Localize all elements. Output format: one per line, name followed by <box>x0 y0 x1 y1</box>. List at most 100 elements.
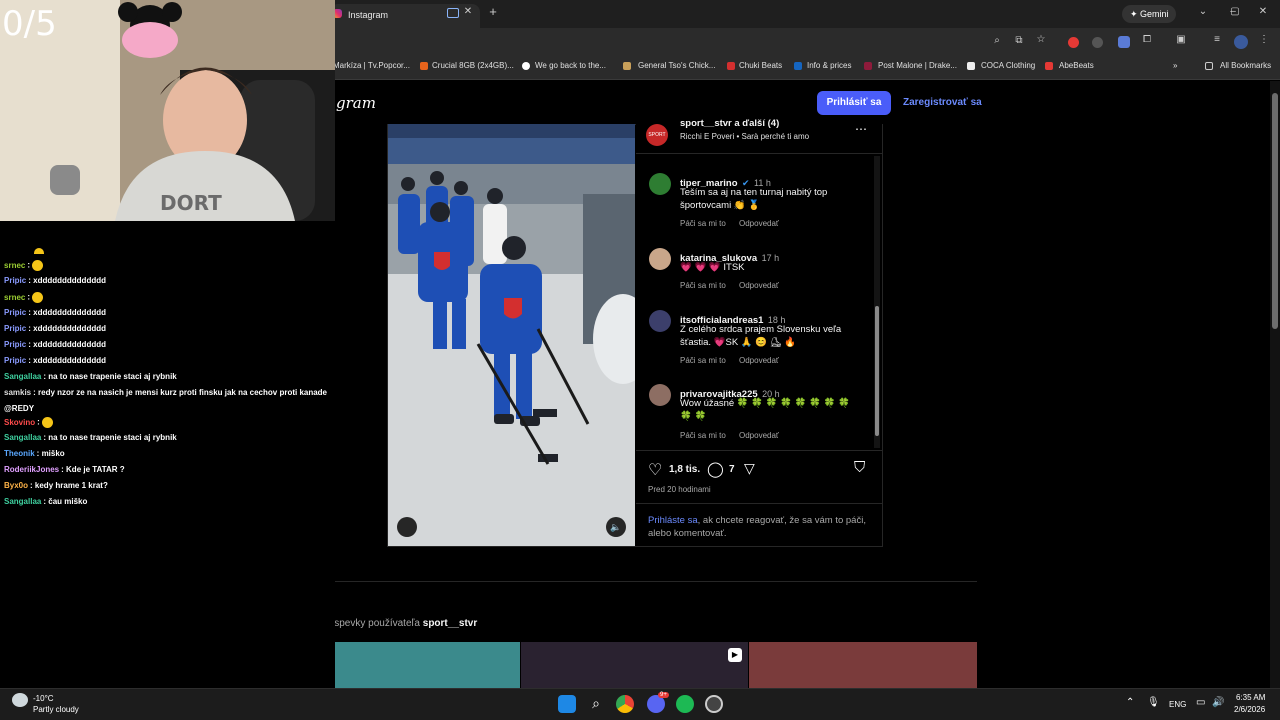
side-panel-icon[interactable]: ▣ <box>1174 34 1188 45</box>
search-icon[interactable]: ⌕ <box>587 695 605 713</box>
tab-close-icon[interactable]: ✕ <box>462 6 474 17</box>
gemini-label: Gemini <box>1140 9 1169 19</box>
tray-overflow-icon[interactable]: ⌃ <box>1126 697 1134 708</box>
chat-username[interactable]: Sangallaa <box>4 372 41 381</box>
bookmark-item[interactable]: We go back to the... <box>535 61 606 70</box>
bookmark-star-icon[interactable]: ☆ <box>1034 34 1048 45</box>
chat-username[interactable]: Sangallaa <box>4 433 41 442</box>
comment-reply-button[interactable]: Odpovedať <box>739 219 779 228</box>
chat-username[interactable]: Pripic <box>4 340 26 349</box>
post-author[interactable]: sport__stvr a ďalší (4) <box>680 118 779 129</box>
bookmark-item[interactable]: General Tso's Chick... <box>638 61 715 70</box>
chat-username[interactable]: Skovino <box>4 418 35 427</box>
gemini-button[interactable]: ✦ Gemini <box>1122 5 1176 23</box>
comments-scrollbar[interactable] <box>874 156 880 448</box>
start-windows-icon[interactable] <box>558 695 576 713</box>
tagged-users-icon[interactable] <box>397 517 417 537</box>
comment-reply-button[interactable]: Odpovedať <box>739 281 779 290</box>
more-posts-user[interactable]: sport__stvr <box>423 618 477 629</box>
audio-mute-icon[interactable]: 🔈 <box>606 517 626 537</box>
heart-icon[interactable]: ♡ <box>648 460 662 480</box>
comment-icon[interactable]: ◯ <box>707 460 724 478</box>
chat-username[interactable]: Pripic <box>4 308 26 317</box>
sport-avatar[interactable]: SPORT <box>646 124 668 146</box>
save-bookmark-icon[interactable]: ⛉ <box>854 459 865 476</box>
likes-count[interactable]: 1,8 tis. <box>669 464 700 475</box>
language-indicator[interactable]: ENG <box>1169 700 1186 709</box>
bookmark-item[interactable]: AbeBeats <box>1059 61 1094 70</box>
divider <box>636 450 882 451</box>
new-tab-icon[interactable]: + <box>486 4 500 19</box>
signup-link[interactable]: Zaregistrovať sa <box>903 97 982 108</box>
window-close-icon[interactable]: ✕ <box>1256 6 1270 17</box>
weather-temp[interactable]: -10°C <box>33 694 54 703</box>
extension-blue-icon[interactable] <box>1118 36 1130 48</box>
network-icon[interactable]: ▭ <box>1196 697 1205 708</box>
bookmark-item[interactable]: Markíza | Tv.Popcor... <box>333 61 410 70</box>
zoom-icon[interactable]: ⌕ <box>990 35 1004 46</box>
post-photo[interactable] <box>388 124 635 546</box>
avatar[interactable] <box>649 173 671 195</box>
chat-username[interactable]: Byx0o <box>4 481 28 490</box>
chevron-down-icon[interactable]: ⌄ <box>1196 6 1210 17</box>
page-scrollbar-thumb[interactable] <box>1272 93 1278 329</box>
post-audio[interactable]: Ricchi E Poveri • Sarà perché ti amo <box>680 132 809 141</box>
microphone-icon[interactable]: 🎙 <box>1147 697 1160 708</box>
login-button[interactable]: Prihlásiť sa <box>817 91 891 115</box>
comment-reply-button[interactable]: Odpovedať <box>739 356 779 365</box>
spotify-icon[interactable] <box>676 695 694 713</box>
extensions-puzzle-icon[interactable]: ⧠ <box>1140 34 1154 45</box>
login-prompt: Prihláste sa, ak chcete reagovať, že sa … <box>648 514 868 540</box>
avatar[interactable] <box>649 248 671 270</box>
chat-username[interactable]: samkis <box>4 388 31 397</box>
comment-like-button[interactable]: Páči sa mi to <box>680 281 726 290</box>
chat-username[interactable]: Pripic <box>4 276 26 285</box>
comments-scrollbar-thumb[interactable] <box>875 306 879 436</box>
comment-like-button[interactable]: Páči sa mi to <box>680 431 726 440</box>
chat-username[interactable]: Pripic <box>4 356 26 365</box>
install-app-icon[interactable]: ⧉ <box>1012 35 1026 46</box>
bookmark-item[interactable]: COCA Clothing <box>981 61 1035 70</box>
avatar[interactable] <box>649 310 671 332</box>
bookmark-item[interactable]: Chuki Beats <box>739 61 782 70</box>
chat-message: srnec: <box>4 292 44 303</box>
chat-username[interactable]: srnec <box>4 261 25 270</box>
avatar[interactable] <box>649 384 671 406</box>
chrome-icon[interactable] <box>616 695 634 713</box>
weather-desc[interactable]: Partly cloudy <box>33 705 79 714</box>
chat-username[interactable]: Pripic <box>4 324 26 333</box>
comment-like-button[interactable]: Páči sa mi to <box>680 219 726 228</box>
clock-time[interactable]: 6:35 AM <box>1236 693 1265 702</box>
chat-username[interactable]: Sangallaa <box>4 497 41 506</box>
bookmark-item[interactable]: Post Malone | Drake... <box>878 61 957 70</box>
bookmark-item[interactable]: Crucial 8GB (2x4GB)... <box>432 61 514 70</box>
weather-cloud-icon[interactable] <box>12 693 28 707</box>
more-options-icon[interactable]: ⋯ <box>855 122 867 136</box>
comment-reply-button[interactable]: Odpovedať <box>739 431 779 440</box>
profile-avatar[interactable] <box>1234 35 1248 49</box>
more-post-thumbnail[interactable] <box>521 642 748 688</box>
volume-icon[interactable]: 🔊 <box>1212 697 1224 708</box>
menu-kebab-icon[interactable]: ⋮ <box>1258 34 1270 45</box>
bookmarks-overflow-icon[interactable]: » <box>1173 61 1177 70</box>
discord-badge: 9+ <box>658 692 669 698</box>
extension-red-icon[interactable] <box>1068 37 1079 48</box>
instagram-logo[interactable]: gram <box>336 94 376 112</box>
bookmark-item[interactable]: Info & prices <box>807 61 851 70</box>
maximize-icon[interactable]: ▢ <box>1228 6 1242 17</box>
more-post-thumbnail[interactable] <box>749 642 977 688</box>
obs-icon[interactable] <box>705 695 723 713</box>
chat-username[interactable]: srnec <box>4 293 25 302</box>
page-scrollbar[interactable] <box>1270 81 1280 688</box>
share-icon[interactable]: ▽ <box>744 460 755 477</box>
clock-date[interactable]: 2/6/2026 <box>1234 705 1265 714</box>
emote-icon <box>34 248 44 254</box>
chat-username[interactable]: RoderiikJones <box>4 465 59 474</box>
comment-like-button[interactable]: Páči sa mi to <box>680 356 726 365</box>
login-prompt-link[interactable]: Prihláste sa <box>648 515 698 526</box>
all-bookmarks[interactable]: All Bookmarks <box>1220 61 1271 70</box>
extension-icon[interactable] <box>1092 37 1103 48</box>
reading-list-icon[interactable]: ≡ <box>1210 34 1224 45</box>
comment-text: Teším sa aj na ten turnaj nabitý top špo… <box>680 187 828 211</box>
chat-username[interactable]: Theonik <box>4 449 35 458</box>
